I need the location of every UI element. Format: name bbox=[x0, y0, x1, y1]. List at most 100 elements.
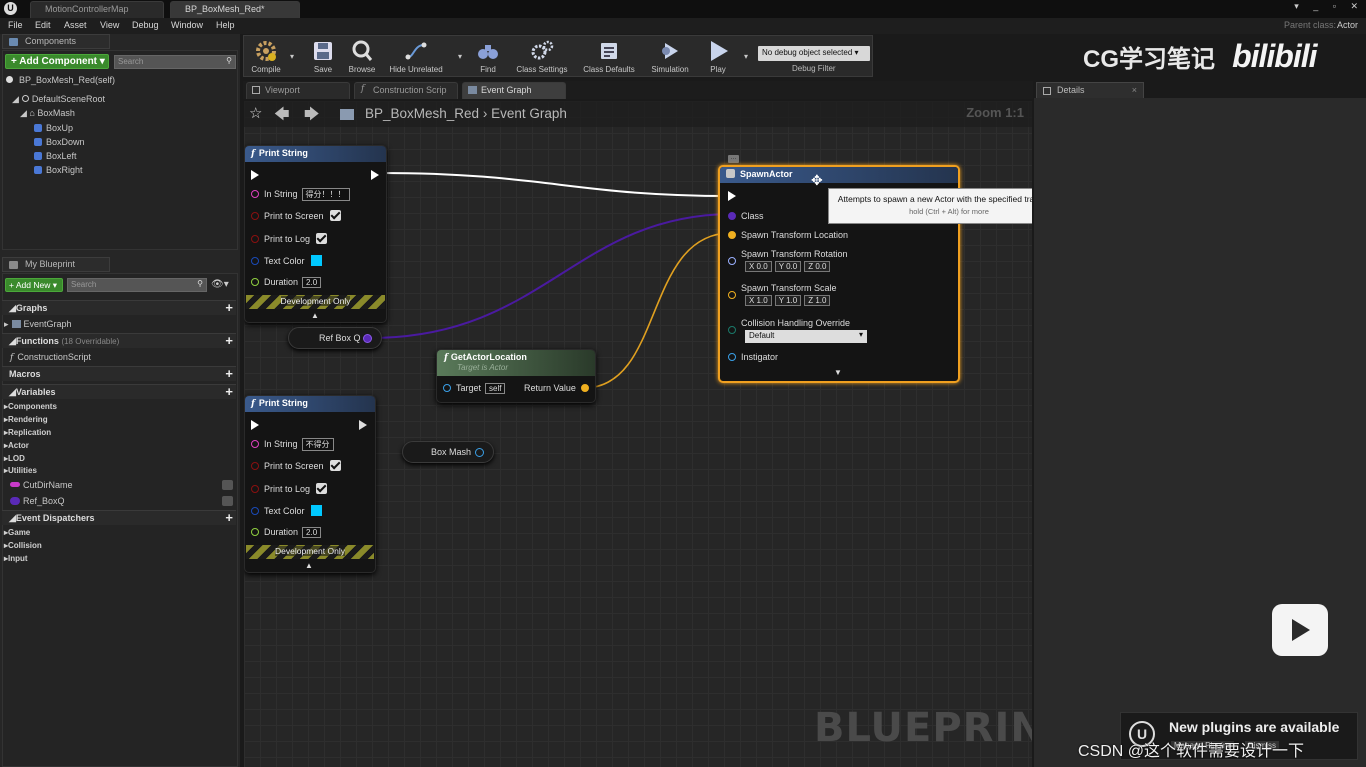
tree-item-boxdown[interactable]: BoxDown bbox=[34, 137, 85, 147]
tab-construction-script[interactable]: f Construction Scrip bbox=[354, 82, 458, 99]
class-settings-button[interactable]: Class Settings bbox=[512, 39, 572, 74]
category-variables[interactable]: ◢Variables + bbox=[2, 384, 236, 399]
function-item-constructionscript[interactable]: f ConstructionScript bbox=[10, 352, 91, 363]
add-function-plus-icon[interactable]: + bbox=[225, 334, 233, 347]
instigator-pin[interactable]: Instigator bbox=[728, 352, 778, 362]
get-actor-location-node[interactable]: f GetActorLocation Target is Actor Target… bbox=[436, 349, 596, 403]
rotation-x-field[interactable]: X 0.0 bbox=[745, 261, 772, 272]
compile-button[interactable]: Compile bbox=[248, 39, 284, 74]
print-to-screen-checkbox[interactable] bbox=[329, 460, 341, 471]
category-macros[interactable]: Macros + bbox=[2, 366, 236, 381]
duration-pin[interactable]: Duration 2.0 bbox=[251, 277, 322, 288]
tab-details[interactable]: Details × bbox=[1036, 82, 1144, 98]
variable-group-components[interactable]: ▸Components bbox=[4, 402, 57, 411]
object-out-pin[interactable] bbox=[363, 334, 372, 343]
target-pin[interactable]: Target self bbox=[443, 383, 506, 394]
parent-class-value[interactable]: Actor bbox=[1337, 20, 1358, 30]
print-to-log-checkbox[interactable] bbox=[316, 483, 328, 494]
variable-group-lod[interactable]: ▸LOD bbox=[4, 454, 25, 463]
print-to-log-checkbox[interactable] bbox=[316, 233, 328, 244]
duration-value-field[interactable]: 2.0 bbox=[302, 527, 322, 538]
return-value-pin[interactable]: Return Value bbox=[524, 383, 589, 393]
variable-group-utilities[interactable]: ▸Utilities bbox=[4, 466, 37, 475]
duration-value-field[interactable]: 2.0 bbox=[302, 277, 322, 288]
add-graph-plus-icon[interactable]: + bbox=[225, 301, 233, 314]
print-to-log-pin[interactable]: Print to Log bbox=[251, 483, 328, 494]
exec-in-pin[interactable] bbox=[728, 191, 736, 201]
category-functions[interactable]: ◢Functions (18 Overridable) + bbox=[2, 333, 236, 348]
print-to-log-pin[interactable]: Print to Log bbox=[251, 233, 328, 244]
tree-item-boxmash[interactable]: ◢ ⌂ BoxMash bbox=[20, 108, 75, 119]
add-macro-plus-icon[interactable]: + bbox=[225, 367, 233, 380]
object-out-pin[interactable] bbox=[475, 448, 484, 457]
print-string-node-1[interactable]: f Print String In String 得分！！！ Print to Sc… bbox=[244, 145, 387, 323]
play-options-dropdown[interactable]: ▾ bbox=[742, 52, 750, 61]
spawn-scale-pin[interactable]: Spawn Transform Scale X 1.0 Y 1.0 Z 1.0 bbox=[728, 283, 837, 306]
exec-in-pin[interactable] bbox=[251, 420, 259, 430]
compile-options-dropdown[interactable]: ▾ bbox=[288, 52, 296, 61]
in-string-value-field[interactable]: 得分！！！ bbox=[301, 188, 350, 201]
variable-group-rendering[interactable]: ▸Rendering bbox=[4, 415, 48, 424]
tree-item-boxleft[interactable]: BoxLeft bbox=[34, 151, 77, 161]
tree-item-boxup[interactable]: BoxUp bbox=[34, 123, 73, 133]
hide-unrelated-button[interactable]: Hide Unrelated bbox=[386, 39, 446, 74]
browse-button[interactable]: Browse bbox=[344, 39, 380, 74]
graph-item-eventgraph[interactable]: ▸ EventGraph bbox=[4, 319, 72, 330]
window-tab-blueprint[interactable]: BP_BoxMesh_Red* bbox=[170, 1, 300, 18]
variable-item-cutdirname[interactable]: CutDirName bbox=[10, 480, 236, 490]
menu-debug[interactable]: Debug bbox=[132, 20, 159, 30]
tree-item-defaultsceneroot[interactable]: ◢ DefaultSceneRoot bbox=[12, 94, 105, 105]
exec-in-pin[interactable] bbox=[251, 170, 259, 180]
tab-event-graph[interactable]: Event Graph bbox=[462, 82, 566, 99]
dispatcher-group-game[interactable]: ▸Game bbox=[4, 528, 30, 537]
exec-out-pin[interactable] bbox=[371, 170, 379, 180]
menu-window[interactable]: Window bbox=[171, 20, 203, 30]
in-string-pin[interactable]: In String 不得分 bbox=[251, 438, 334, 451]
variable-group-replication[interactable]: ▸Replication bbox=[4, 428, 51, 437]
expand-arrow-icon[interactable]: ▼ bbox=[834, 368, 842, 377]
debug-object-dropdown[interactable]: No debug object selected ▾ bbox=[758, 46, 870, 61]
save-button[interactable]: Save bbox=[310, 39, 336, 74]
tree-item-self[interactable]: BP_BoxMesh_Red(self) bbox=[6, 75, 115, 85]
text-color-swatch[interactable] bbox=[310, 505, 322, 516]
tree-item-boxright[interactable]: BoxRight bbox=[34, 165, 83, 175]
variable-item-ref-boxq[interactable]: Ref_BoxQ bbox=[10, 496, 236, 506]
text-color-pin[interactable]: Text Color bbox=[251, 255, 322, 266]
play-button[interactable]: Play bbox=[704, 39, 732, 74]
ref-box-q-getter-node[interactable]: Ref Box Q bbox=[288, 327, 382, 349]
duration-pin[interactable]: Duration 2.0 bbox=[251, 527, 322, 538]
visibility-toggle-icon[interactable] bbox=[222, 480, 233, 490]
close-icon[interactable]: × bbox=[1132, 85, 1137, 95]
dispatcher-group-collision[interactable]: ▸Collision bbox=[4, 541, 42, 550]
box-mash-getter-node[interactable]: Box Mash bbox=[402, 441, 494, 463]
in-string-pin[interactable]: In String 得分！！！ bbox=[251, 188, 350, 201]
expand-arrow-icon[interactable]: ▲ bbox=[311, 311, 319, 320]
scale-x-field[interactable]: X 1.0 bbox=[745, 295, 772, 306]
tab-viewport[interactable]: Viewport bbox=[246, 82, 350, 99]
category-event-dispatchers[interactable]: ◢Event Dispatchers + bbox=[2, 510, 236, 525]
add-component-button[interactable]: + Add Component ▾ bbox=[5, 54, 109, 69]
add-variable-plus-icon[interactable]: + bbox=[225, 385, 233, 398]
menu-edit[interactable]: Edit bbox=[35, 20, 51, 30]
menu-file[interactable]: File bbox=[8, 20, 23, 30]
spawn-rotation-pin[interactable]: Spawn Transform Rotation X 0.0 Y 0.0 Z 0.0 bbox=[728, 249, 848, 272]
window-tab-map[interactable]: MotionControllerMap bbox=[30, 1, 164, 18]
rotation-y-field[interactable]: Y 0.0 bbox=[774, 261, 802, 272]
dispatcher-group-input[interactable]: ▸Input bbox=[4, 554, 28, 563]
print-to-screen-pin[interactable]: Print to Screen bbox=[251, 210, 341, 221]
class-pin[interactable]: Class bbox=[728, 211, 764, 221]
components-search-input[interactable]: Search ⚲ bbox=[114, 55, 236, 69]
in-string-value-field[interactable]: 不得分 bbox=[301, 438, 334, 451]
add-dispatcher-plus-icon[interactable]: + bbox=[225, 511, 233, 524]
simulation-button[interactable]: Simulation bbox=[648, 39, 692, 74]
my-blueprint-search-input[interactable]: Search ⚲ bbox=[67, 278, 207, 292]
visibility-toggle-icon[interactable] bbox=[222, 496, 233, 506]
menu-view[interactable]: View bbox=[100, 20, 119, 30]
class-defaults-button[interactable]: Class Defaults bbox=[578, 39, 640, 74]
print-to-screen-checkbox[interactable] bbox=[329, 210, 341, 221]
expand-arrow-icon[interactable]: ▲ bbox=[305, 561, 313, 570]
category-graphs[interactable]: ◢Graphs + bbox=[2, 300, 236, 315]
exec-out-pin[interactable] bbox=[359, 420, 367, 430]
event-graph-canvas[interactable]: ☆ 🡄 🡆 BP_BoxMesh_Red › Event Graph Zoom … bbox=[244, 101, 1032, 767]
visibility-eye-icon[interactable]: 👁▾ bbox=[211, 279, 229, 290]
